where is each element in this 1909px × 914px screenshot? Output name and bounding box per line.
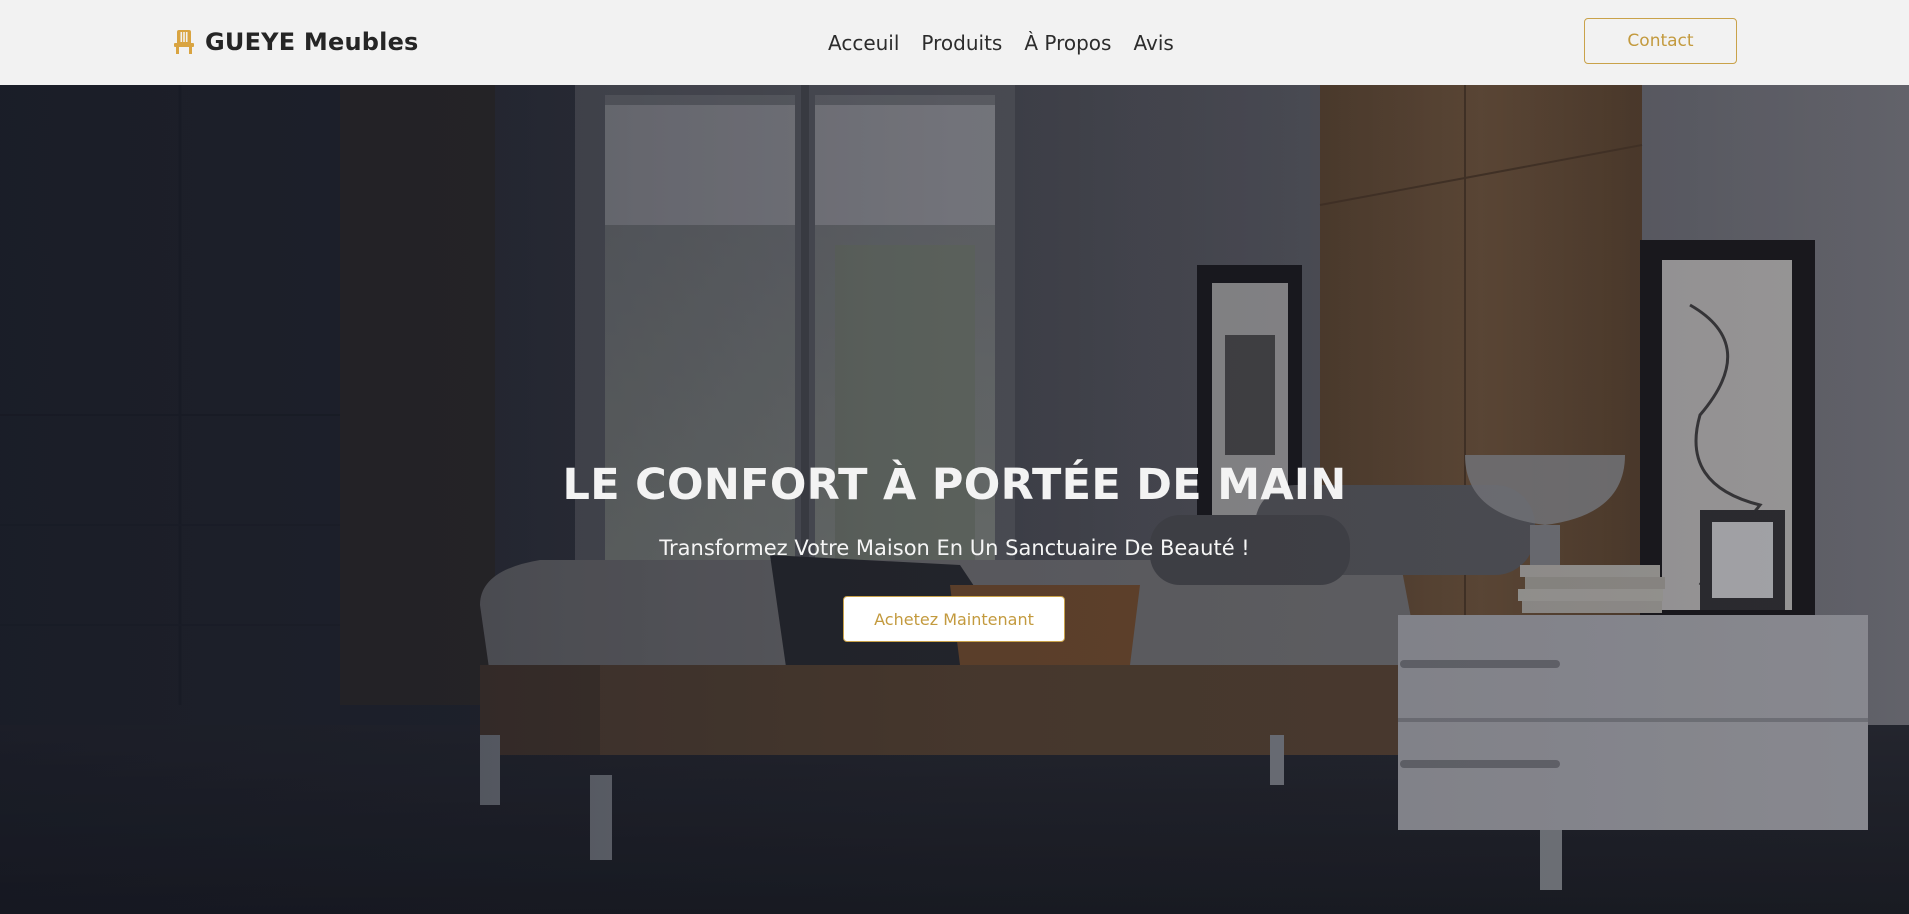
nav-link-acceuil[interactable]: Acceuil [828, 24, 899, 62]
main-nav: Acceuil Produits À Propos Avis [828, 24, 1196, 62]
hero-subtitle: Transformez Votre Maison En Un Sanctuair… [659, 536, 1250, 560]
contact-button[interactable]: Contact [1584, 18, 1737, 64]
hero-title: LE CONFORT À PORTÉE DE MAIN [562, 460, 1347, 510]
shop-now-button[interactable]: Achetez Maintenant [843, 596, 1065, 642]
chair-icon [173, 29, 195, 55]
nav-link-a-propos[interactable]: À Propos [1024, 24, 1111, 62]
brand-name: GUEYE Meubles [205, 28, 419, 56]
brand-logo-link[interactable]: GUEYE Meubles [173, 22, 419, 62]
navbar: GUEYE Meubles Acceuil Produits À Propos … [0, 0, 1909, 85]
nav-link-avis[interactable]: Avis [1133, 24, 1173, 62]
hero-section: LE CONFORT À PORTÉE DE MAIN Transformez … [0, 85, 1909, 914]
nav-link-produits[interactable]: Produits [921, 24, 1002, 62]
